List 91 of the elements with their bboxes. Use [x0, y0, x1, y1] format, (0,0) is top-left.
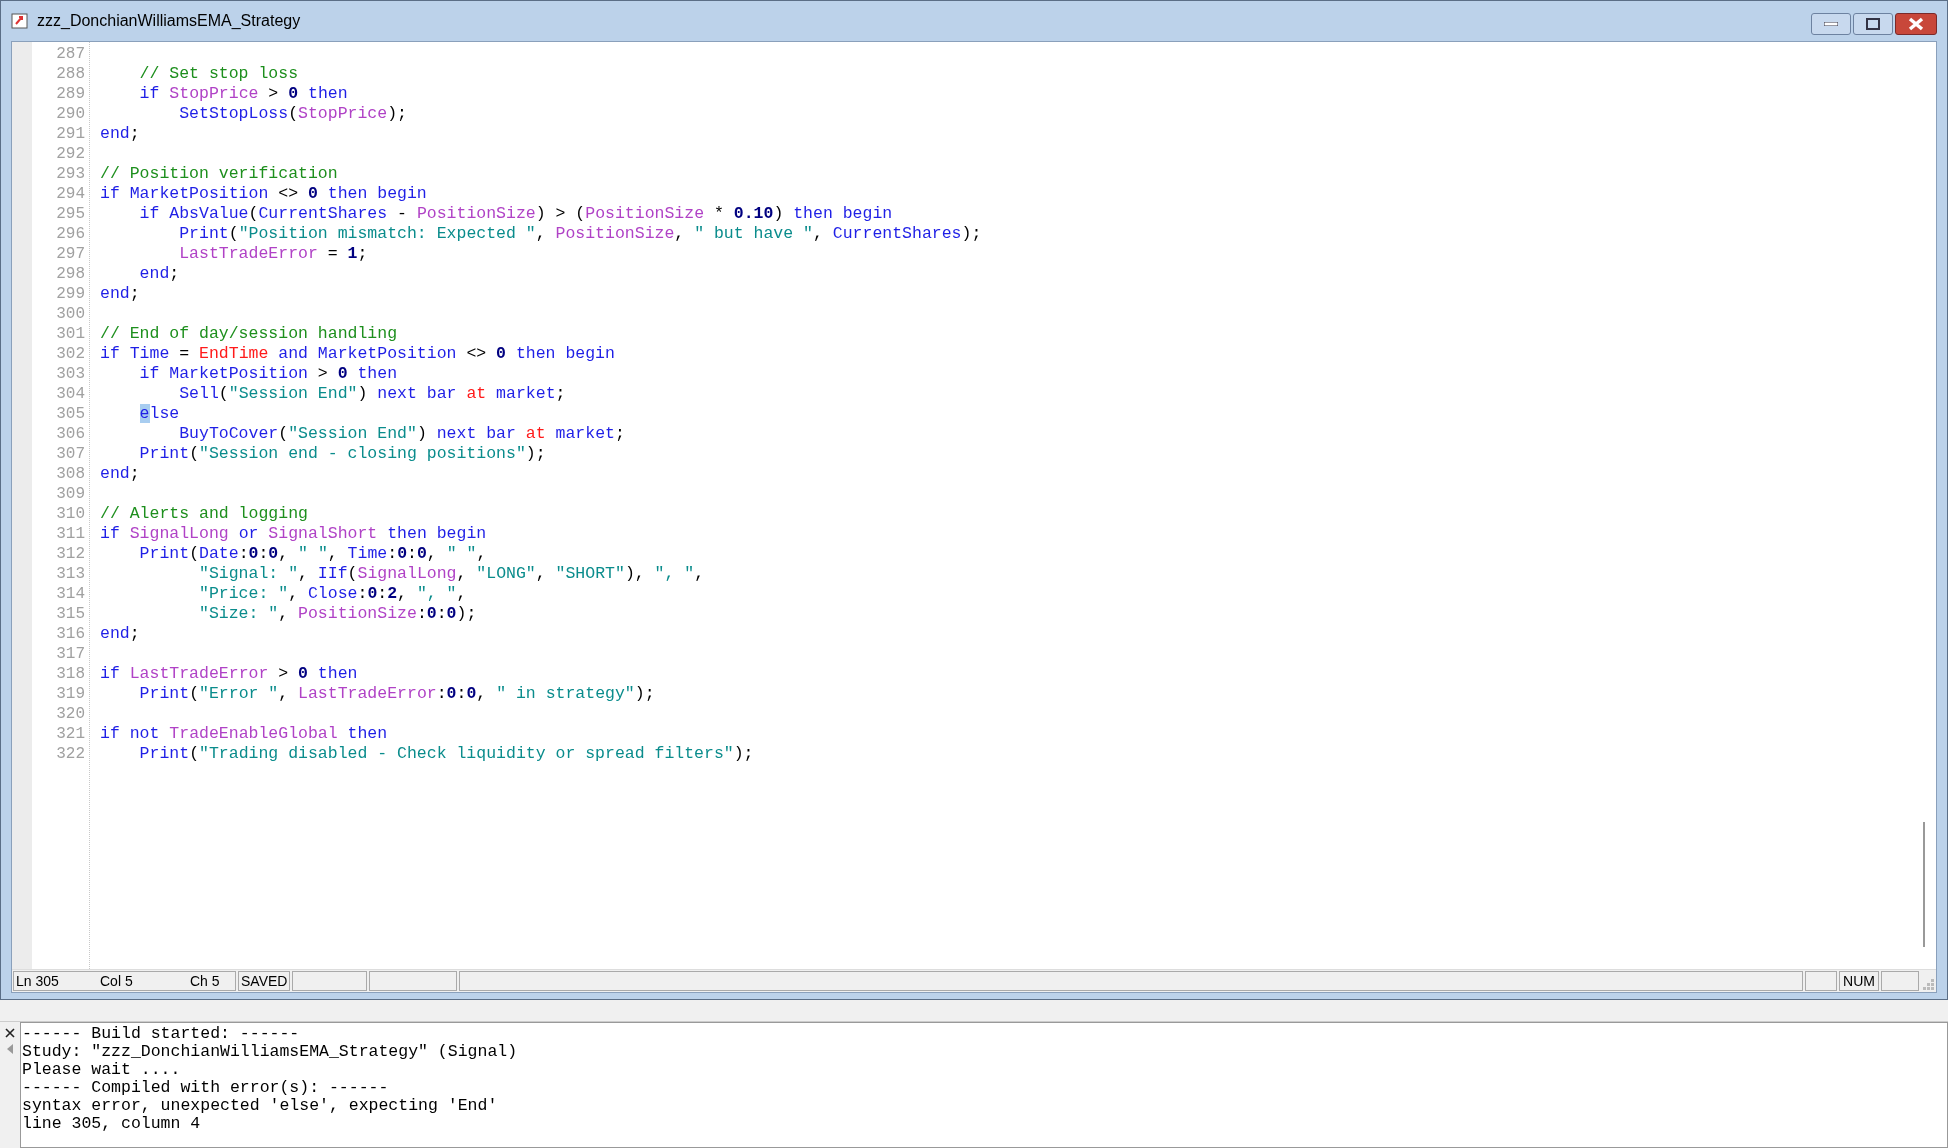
line-number: 309 — [56, 484, 85, 504]
column-indicator: Col 5 — [100, 971, 134, 991]
close-icon[interactable] — [5, 1028, 15, 1038]
code-line: BuyToCover("Session End") next bar at market; — [178, 424, 625, 443]
num-lock-indicator: NUM — [1839, 971, 1879, 991]
status-panel — [1881, 971, 1919, 991]
code-line: // Alerts and logging — [100, 504, 308, 523]
code-line: end; — [100, 124, 140, 143]
line-number: 296 — [56, 224, 85, 244]
code-line: if AbsValue(CurrentShares - PositionSize) > (PositionSize * 0.10) then begin — [138, 204, 893, 223]
line-number: 288 — [56, 64, 85, 84]
line-number: 306 — [56, 424, 85, 444]
code-line: end; — [100, 624, 140, 643]
line-number: 319 — [56, 684, 85, 704]
line-number: 298 — [56, 264, 85, 284]
line-number: 303 — [56, 364, 85, 384]
line-number: 313 — [56, 564, 85, 584]
line-number: 321 — [56, 724, 85, 744]
code-line: Print("Trading disabled - Check liquidity or spread filters"); — [138, 744, 754, 763]
code-line: if MarketPosition > 0 then — [138, 364, 398, 383]
line-number: 293 — [56, 164, 85, 184]
code-line: Print("Position mismatch: Expected ", PositionSize, " but have ", CurrentShares); — [178, 224, 982, 243]
line-number: 320 — [56, 704, 85, 724]
code-line: end; — [138, 264, 180, 283]
minimize-button[interactable] — [1811, 13, 1851, 35]
line-number: 315 — [56, 604, 85, 624]
code-line: "Price: ", Close:0:2, ", ", — [198, 584, 467, 603]
minimize-icon — [1824, 22, 1838, 26]
output-line: Study: "zzz_DonchianWilliamsEMA_Strategy" (Signal) — [22, 1043, 519, 1061]
line-number: 305 — [56, 404, 85, 424]
line-indicator: Ln 305 — [16, 971, 60, 991]
line-number: 312 — [56, 544, 85, 564]
code-line: end; — [100, 284, 140, 303]
code-line: if LastTradeError > 0 then — [100, 664, 358, 683]
scrollbar-thumb[interactable] — [1923, 822, 1925, 947]
status-panel — [1805, 971, 1837, 991]
code-line: "Size: ", PositionSize:0:0); — [198, 604, 477, 623]
code-line: Print("Error ", LastTradeError:0:0, " in strategy"); — [138, 684, 655, 703]
line-number: 304 — [56, 384, 85, 404]
line-number: 308 — [56, 464, 85, 484]
code-line: LastTradeError = 1; — [178, 244, 368, 263]
output-line: Please wait .... — [22, 1061, 182, 1079]
line-number: 291 — [56, 124, 85, 144]
maximize-button[interactable] — [1853, 13, 1893, 35]
code-line: "Signal: ", IIf(SignalLong, "LONG", "SHORT"), ", ", — [198, 564, 705, 583]
line-number: 289 — [56, 84, 85, 104]
code-line: if not TradeEnableGlobal then — [100, 724, 388, 743]
code-line: if MarketPosition <> 0 then begin — [100, 184, 427, 203]
line-number: 297 — [56, 244, 85, 264]
line-number: 318 — [56, 664, 85, 684]
line-number: 292 — [56, 144, 85, 164]
line-number: 310 — [56, 504, 85, 524]
code-line: // End of day/session handling — [100, 324, 398, 343]
output-line: ------ Compiled with error(s): ------ — [22, 1079, 390, 1097]
line-number: 287 — [56, 44, 85, 64]
resize-grip-icon — [1921, 977, 1935, 991]
collapse-arrow-icon[interactable] — [7, 1044, 13, 1054]
output-line: line 305, column 4 — [22, 1115, 202, 1133]
code-line: if SignalLong or SignalShort then begin — [100, 524, 487, 543]
code-line: if StopPrice > 0 then — [138, 84, 348, 103]
code-line: end; — [100, 464, 140, 483]
code-line: else — [138, 404, 180, 423]
document-icon — [11, 12, 29, 30]
line-number: 300 — [56, 304, 85, 324]
code-line: if Time = EndTime and MarketPosition <> 0 then begin — [100, 344, 615, 363]
window-title: zzz_DonchianWilliamsEMA_Strategy — [37, 11, 301, 31]
code-line: Print("Session end - closing positions"); — [138, 444, 546, 463]
code-line: // Position verification — [100, 164, 338, 183]
line-number: 302 — [56, 344, 85, 364]
line-number: 307 — [56, 444, 85, 464]
code-line: SetStopLoss(StopPrice); — [178, 104, 407, 123]
line-number: 299 — [56, 284, 85, 304]
code-line: Print(Date:0:0, " ", Time:0:0, " ", — [138, 544, 487, 563]
line-number: 316 — [56, 624, 85, 644]
close-icon — [1908, 17, 1924, 31]
line-number: 314 — [56, 584, 85, 604]
maximize-icon — [1866, 18, 1880, 30]
line-number: 294 — [56, 184, 85, 204]
close-button[interactable] — [1895, 13, 1937, 35]
char-indicator: Ch 5 — [190, 971, 220, 991]
output-line: syntax error, unexpected 'else', expecting 'End' — [22, 1097, 499, 1115]
line-number: 317 — [56, 644, 85, 664]
line-number: 322 — [56, 744, 85, 764]
line-number: 290 — [56, 104, 85, 124]
line-number: 295 — [56, 204, 85, 224]
save-status: SAVED — [238, 971, 290, 991]
output-line: ------ Build started: ------ — [22, 1025, 301, 1043]
code-line: // Set stop loss — [138, 64, 299, 83]
line-number: 311 — [56, 524, 85, 544]
code-line: Sell("Session End") next bar at market; — [178, 384, 566, 403]
line-number: 301 — [56, 324, 85, 344]
